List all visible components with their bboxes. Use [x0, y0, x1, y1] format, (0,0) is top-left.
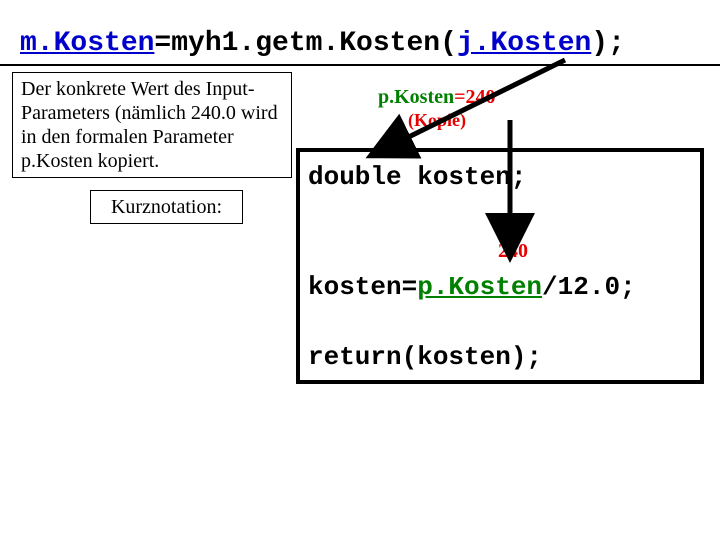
- code-box: double kosten; kosten=p.Kosten/12.0; ret…: [296, 148, 704, 384]
- title-arg: j.Kosten: [457, 28, 591, 59]
- kopie-text: (Kopie): [408, 110, 466, 130]
- explanation-box: Der konkrete Wert des Input-Parameters (…: [12, 72, 292, 178]
- code-line-1: double kosten;: [308, 162, 526, 192]
- pkosten-annotation: p.Kosten=240: [378, 86, 496, 109]
- code-line-2b: p.Kosten: [417, 272, 542, 302]
- pkosten-value: =240: [454, 86, 495, 108]
- value-240-text: 240: [498, 240, 528, 262]
- title-lhs: m.Kosten: [20, 28, 154, 59]
- title-close: );: [591, 28, 625, 59]
- value-240-annotation: 240: [498, 240, 528, 263]
- code-line-2c: /12.0;: [542, 272, 636, 302]
- explanation-text: Der konkrete Wert des Input-Parameters (…: [21, 78, 278, 172]
- code-line-3: return(kosten);: [308, 342, 542, 372]
- code-line-3-text: return(kosten);: [308, 342, 542, 372]
- code-line-2: kosten=p.Kosten/12.0;: [308, 272, 636, 302]
- code-line-2a: kosten=: [308, 272, 417, 302]
- kurznotation-label: Kurznotation:: [111, 196, 222, 218]
- title-code-line: m.Kosten=myh1.getm.Kosten(j.Kosten);: [20, 28, 625, 59]
- kurznotation-box: Kurznotation:: [90, 190, 243, 224]
- pkosten-label: p.Kosten: [378, 86, 454, 108]
- code-line-1-text: double kosten;: [308, 162, 526, 192]
- title-eq: =myh1.getm.Kosten(: [154, 28, 456, 59]
- title-underline-rule: [0, 64, 720, 66]
- kopie-annotation: (Kopie): [408, 110, 466, 131]
